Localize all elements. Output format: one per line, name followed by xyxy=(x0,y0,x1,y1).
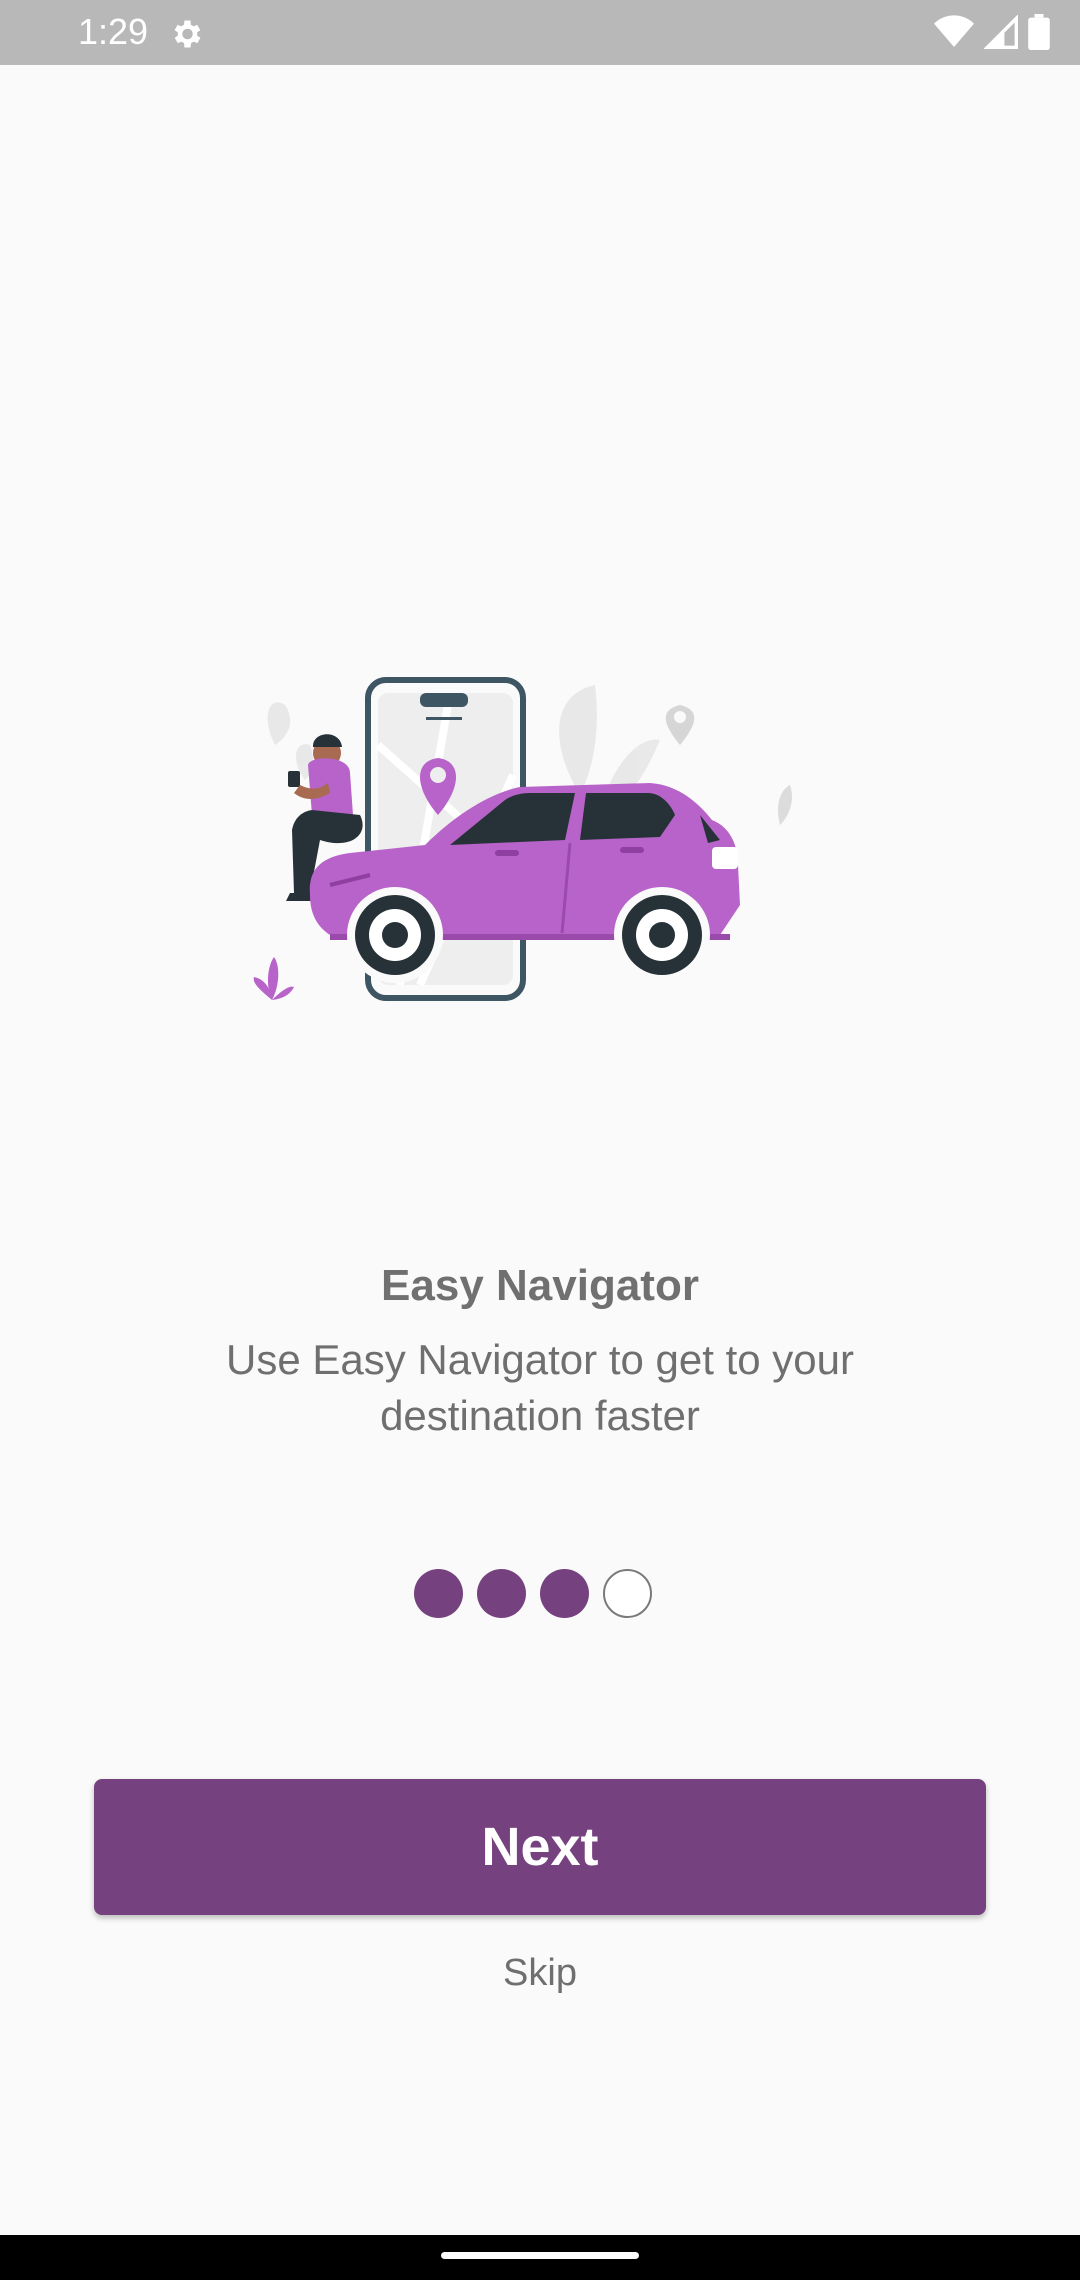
signal-icon xyxy=(984,15,1018,49)
status-bar: 1:29 xyxy=(0,0,1080,65)
onboarding-description: Use Easy Navigator to get to your destin… xyxy=(226,1336,854,1439)
gear-icon xyxy=(174,20,201,48)
next-button[interactable]: Next xyxy=(94,1779,986,1915)
page-indicator-dot-1 xyxy=(414,1569,463,1618)
small-plant-decoration xyxy=(253,957,294,1000)
onboarding-title: Easy Navigator xyxy=(381,1261,699,1310)
page-indicator-dot-4 xyxy=(603,1569,652,1618)
car-wheel-rear xyxy=(614,887,710,983)
status-right-icons xyxy=(934,14,1050,50)
car-wheel-front xyxy=(347,887,443,983)
page-indicator-dot-3 xyxy=(540,1569,589,1618)
skip-button[interactable]: Skip xyxy=(0,1948,1080,1998)
battery-icon xyxy=(1028,14,1050,50)
page-indicator-dot-2 xyxy=(477,1569,526,1618)
status-time: 1:29 xyxy=(78,11,149,52)
car-navigation-illustration xyxy=(253,677,792,1001)
page-indicator xyxy=(414,1569,652,1618)
system-navigation-bar xyxy=(0,2235,1080,2280)
home-gesture-handle[interactable] xyxy=(441,2252,639,2259)
leaf-decoration-right xyxy=(778,785,792,825)
wifi-icon xyxy=(934,15,974,47)
